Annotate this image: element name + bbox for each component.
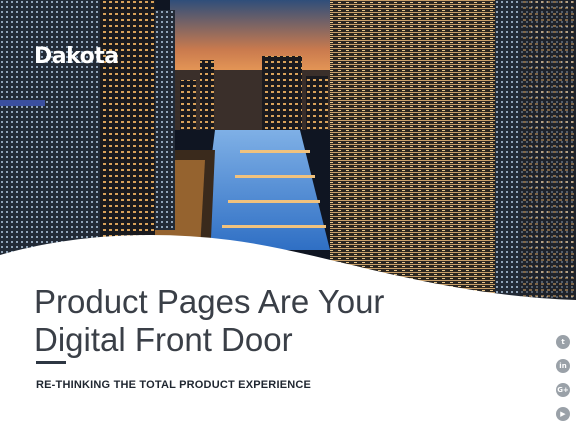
title-underline	[36, 361, 66, 364]
page-title: Product Pages Are Your Digital Front Doo…	[34, 283, 454, 359]
google-plus-icon[interactable]: G+	[556, 383, 570, 397]
linkedin-icon[interactable]: in	[556, 359, 570, 373]
youtube-icon[interactable]: ▶	[556, 407, 570, 421]
headline-line-2: Digital Front Door	[34, 321, 293, 358]
dakota-logo: Dakota	[34, 44, 119, 69]
cover-page: Dakota Product Pages Are Your Digital Fr…	[0, 0, 576, 446]
social-share-bar: t in G+ ▶	[556, 335, 572, 431]
page-subtitle: RE-THINKING THE TOTAL PRODUCT EXPERIENCE	[36, 379, 312, 391]
twitter-icon[interactable]: t	[556, 335, 570, 349]
headline-line-1: Product Pages Are Your	[34, 283, 385, 320]
